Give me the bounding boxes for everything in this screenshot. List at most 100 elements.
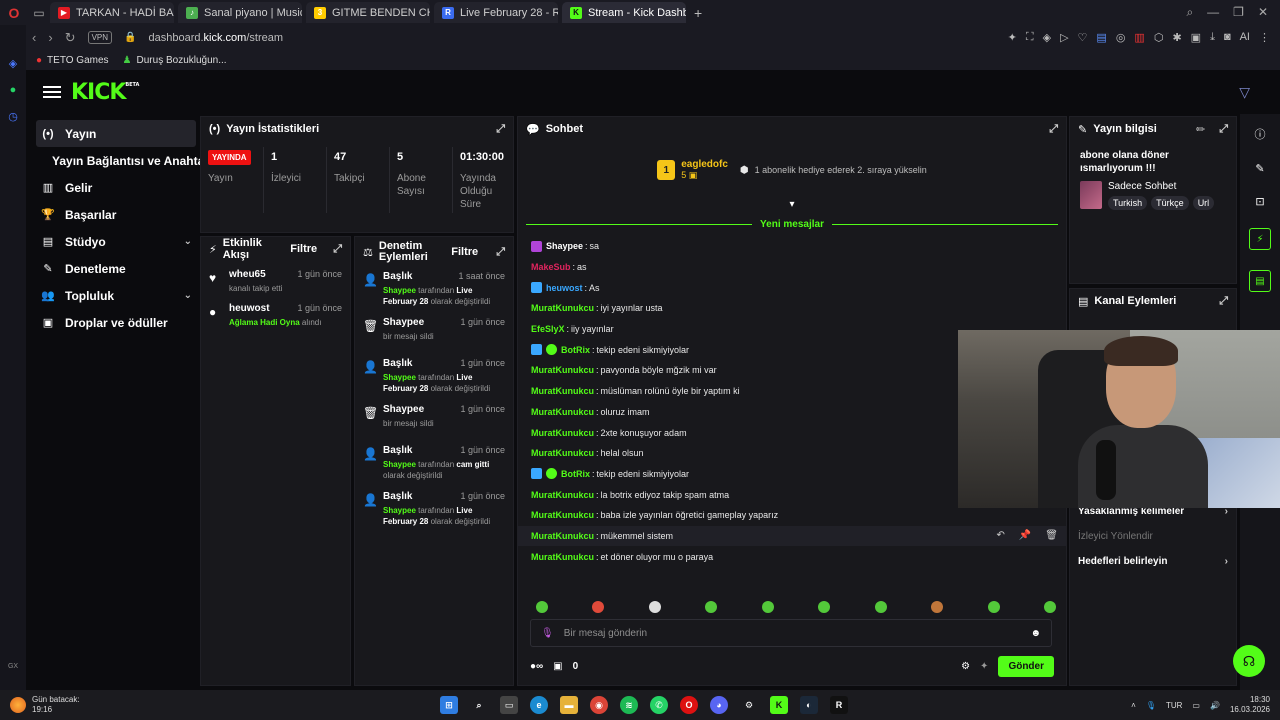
opera-logo-icon[interactable]: O [0,0,28,25]
moderation-actor[interactable]: Shaypee [383,506,416,515]
emote-icon[interactable] [761,601,774,613]
emote-icon[interactable] [705,601,718,613]
filter-button[interactable]: Filtre [290,243,317,255]
focus-icon[interactable]: ⊡ [1255,195,1264,208]
chat-message[interactable]: MuratKunukcu: baba izle yayınları öğretic… [518,505,1066,526]
emote-icon[interactable] [931,601,944,613]
tab-menu-icon[interactable]: ▭ [28,6,50,20]
category-name[interactable]: Sadece Sohbet [1108,181,1214,192]
stream-tag[interactable]: Url [1192,196,1215,210]
sidebar-item[interactable]: ▥ Gelir [36,174,196,201]
notes-button[interactable]: ▤ [1249,270,1271,292]
chat-username[interactable]: MuratKunukcu [531,407,594,417]
restream-icon[interactable]: R [830,696,848,714]
discord-icon[interactable]: ◕ [710,696,728,714]
whatsapp-icon[interactable]: ● [10,84,17,96]
gear-icon[interactable]: ⚙ [740,696,758,714]
chat-message[interactable]: Shaypee: sa [518,236,1066,257]
menu-icon[interactable]: ⋮ [1259,31,1270,44]
screenshot-icon[interactable]: ⛶ [1026,31,1034,44]
weather-widget[interactable]: Gün batacak: 19:16 [0,695,80,715]
moderation-item[interactable]: 👤 Başlık 1 gün önce Shaypee tarafından Live… [355,354,513,400]
moderation-actor[interactable]: Shaypee [383,286,416,295]
chat-message[interactable]: MakeSub: as [518,257,1066,278]
stream-tag[interactable]: Türkçe [1151,196,1189,210]
chat-username[interactable]: MuratKunukcu [531,490,594,500]
kick-logo[interactable]: KICK BETA [71,80,139,105]
chevron-down-icon[interactable]: ⌄ [184,236,192,247]
download-icon[interactable]: ⤓ [1210,31,1215,44]
channel-action-item[interactable]: Hedefleri belirleyin › [1070,549,1236,574]
moderation-item[interactable]: 🗑 Shaypee 1 gün önce bir mesajı sildi [355,400,513,441]
moderation-item[interactable]: 👤 Başlık 1 gün önce Shaypee tarafından cam … [355,441,513,487]
browser-tab[interactable]: K Stream - Kick Dashboard [562,2,686,23]
vpn-badge[interactable]: VPN [87,31,113,44]
info-icon[interactable]: ⓘ [1255,126,1266,142]
edit-icon[interactable]: ✏ [1196,123,1205,136]
community-icon[interactable]: ●∞ [530,661,543,672]
bookmark-icon[interactable]: ✦ [1008,31,1017,44]
pinned-user[interactable]: eagledofc [681,159,728,170]
chat-username[interactable]: MuratKunukcu [531,303,594,313]
expand-icon[interactable]: ⤢ [1219,295,1228,308]
restore-icon[interactable]: ❐ [1233,5,1244,20]
activity-user[interactable]: wheu65 [229,269,266,280]
sidebar-item[interactable]: 🏆 Başarılar [36,201,196,228]
pin-icon[interactable]: 📌 [1019,530,1031,541]
mod-icon[interactable]: ✦ [980,661,988,672]
spotify-icon[interactable]: ≋ [620,696,638,714]
activity-item[interactable]: ♥ wheu65 1 gün önce kanalı takip etti [201,265,350,299]
reload-icon[interactable]: ↻ [65,30,76,46]
translate-icon[interactable]: ▤ [1096,31,1106,44]
chat-message[interactable]: MuratKunukcu: mükemmel sistem ↶ 📌 🗑 [518,525,1066,547]
close-icon[interactable]: ✕ [1258,5,1268,20]
pencil-icon[interactable]: ✎ [1255,162,1264,175]
trash-icon[interactable]: 🗑 [1045,530,1058,541]
clock[interactable]: 18:30 16.03.2026 [1230,695,1270,715]
chat-message[interactable]: MuratKunukcu: et döner oluyor mu o paraya [518,546,1066,567]
chat-username[interactable]: BotRix [561,345,590,355]
messenger-icon[interactable]: ◈ [9,57,17,70]
emote-icon[interactable] [987,601,1000,613]
microphone-icon[interactable]: 🎙 [541,628,554,639]
sidebar-item[interactable]: 👥 Topluluk ⌄ [36,282,196,309]
bookmark-teto[interactable]: ● TETO Games [36,55,109,66]
activity-user[interactable]: heuwost [229,303,270,314]
chat-username[interactable]: MuratKunukcu [531,510,594,520]
kick-app-icon[interactable]: K [770,696,788,714]
expand-icon[interactable]: ⤢ [496,123,505,136]
puzzle-icon[interactable]: ✱ [1172,31,1181,44]
search-icon[interactable]: ⌕ [470,696,488,714]
stream-tag[interactable]: Turkish [1108,196,1148,210]
filter-button[interactable]: Filtre [451,246,478,258]
extension-icon[interactable]: ▥ [1134,31,1144,44]
folder-icon[interactable]: ▬ [560,696,578,714]
emote-icon[interactable] [648,601,661,613]
points-icon[interactable]: ▣ [553,661,562,672]
moderation-actor[interactable]: Shaypee [383,460,416,469]
back-icon[interactable]: ‹ [32,30,36,45]
chat-username[interactable]: MakeSub [531,262,571,272]
steam-icon[interactable]: ◐ [800,696,818,714]
minimize-icon[interactable]: — [1207,5,1219,20]
sidebar-item[interactable]: ✎ Denetleme [36,255,196,282]
expand-icon[interactable]: ⤢ [496,246,505,259]
shield-icon[interactable]: ◈ [1043,31,1051,44]
chevron-right-icon[interactable]: › [1225,556,1228,567]
play-icon[interactable]: ▷ [1060,31,1068,44]
opera-icon[interactable]: O [680,696,698,714]
chevron-up-icon[interactable]: ˄ [1131,701,1136,710]
sidebar-item-stream-key[interactable]: Yayın Bağlantısı ve Anahtarı [36,147,212,174]
collapse-icon[interactable]: ▾ [518,199,1066,210]
chat-username[interactable]: MuratKunukcu [531,552,594,562]
chat-message[interactable]: heuwost: As [518,277,1066,298]
lightning-button[interactable]: ⚡ [1249,228,1271,250]
emote-icon[interactable] [536,601,548,613]
browser-tab[interactable]: ♪ Sanal piyano | Musicca [178,2,302,23]
expand-icon[interactable]: ⤢ [333,243,342,256]
chat-username[interactable]: MuratKunukcu [531,386,594,396]
chat-username[interactable]: MuratKunukcu [531,531,594,541]
support-button[interactable]: ☊ [1233,645,1265,677]
moderation-item[interactable]: 👤 Başlık 1 gün önce Shaypee tarafından Live… [355,487,513,533]
forward-icon[interactable]: › [48,30,52,45]
